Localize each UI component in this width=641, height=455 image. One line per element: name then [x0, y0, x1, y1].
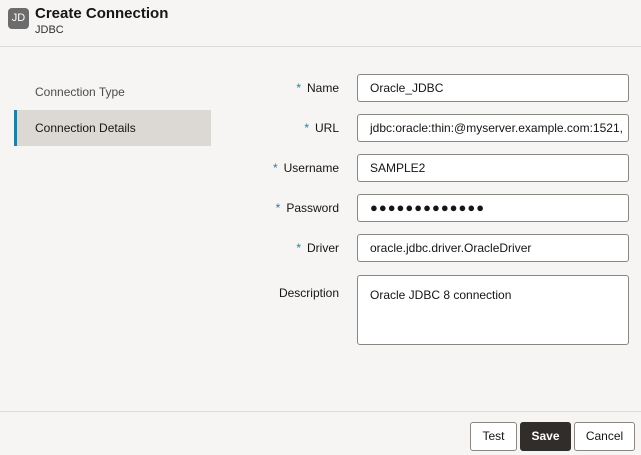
test-button[interactable]: Test [470, 422, 517, 451]
dialog-header: JD Create Connection JDBC [0, 0, 641, 47]
password-input[interactable]: ●●●●●●●●●●●●● [357, 194, 629, 222]
name-input[interactable]: Oracle_JDBC [357, 74, 629, 102]
description-textarea[interactable]: Oracle JDBC 8 connection [357, 275, 629, 345]
create-connection-dialog: JD Create Connection JDBC Connection Typ… [0, 0, 641, 455]
nav-item-connection-details[interactable]: Connection Details [14, 110, 211, 146]
wizard-nav: Connection Type Connection Details [14, 74, 211, 146]
nav-item-connection-type[interactable]: Connection Type [14, 74, 211, 110]
required-marker: * [296, 81, 301, 95]
driver-input[interactable]: oracle.jdbc.driver.OracleDriver [357, 234, 629, 262]
required-marker: * [296, 241, 301, 255]
required-marker: * [275, 201, 281, 215]
connection-type-badge: JD [8, 8, 29, 29]
dialog-footer: Test Save Cancel [0, 411, 641, 455]
required-marker: * [272, 161, 278, 175]
driver-label: * Driver [296, 241, 339, 255]
required-marker: * [304, 121, 309, 135]
name-label: * Name [296, 81, 339, 95]
username-label: * Username [272, 161, 339, 175]
username-input[interactable]: SAMPLE2 [357, 154, 629, 182]
dialog-subtitle: JDBC [35, 24, 64, 36]
password-label: * Password [275, 201, 339, 215]
description-label: Description [278, 286, 339, 300]
save-button[interactable]: Save [520, 422, 571, 451]
url-label: * URL [304, 121, 339, 135]
dialog-title: Create Connection [35, 5, 169, 22]
cancel-button[interactable]: Cancel [574, 422, 635, 451]
url-input[interactable]: jdbc:oracle:thin:@myserver.example.com:1… [357, 114, 629, 142]
